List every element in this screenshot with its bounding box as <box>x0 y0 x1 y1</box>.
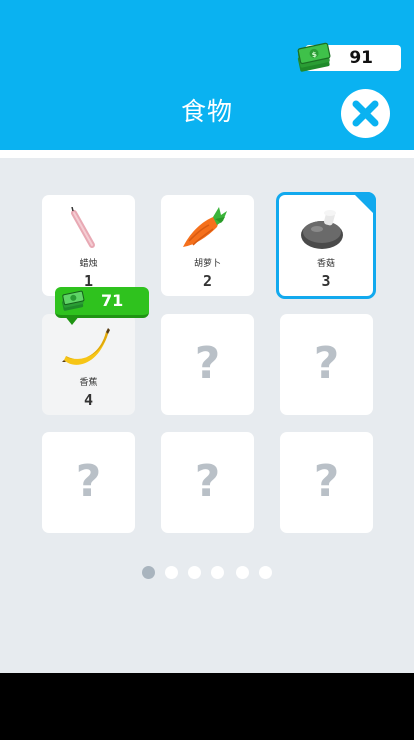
item-label: 香菇 <box>316 259 335 269</box>
item-card-locked: ? <box>161 314 254 415</box>
item-card-mushroom-selected[interactable]: 香菇 3 <box>276 192 376 299</box>
locked-question-mark: ? <box>194 456 221 507</box>
cash-stack-icon: $ <box>295 42 333 74</box>
currency-amount: 91 <box>349 48 373 68</box>
item-card-locked: ? <box>161 432 254 533</box>
page-dot-3[interactable] <box>188 566 201 579</box>
price-tag-pointer <box>64 315 80 325</box>
header-divider <box>0 150 414 158</box>
item-label: 香蕉 <box>79 378 98 388</box>
candle-icon <box>71 207 95 248</box>
item-card-locked: ? <box>280 314 373 415</box>
item-label: 胡萝卜 <box>193 259 221 269</box>
cash-stack-icon <box>62 290 85 311</box>
locked-question-mark: ? <box>313 456 340 507</box>
price-tag[interactable]: 71 <box>55 287 149 325</box>
page-dot-4[interactable] <box>211 566 224 579</box>
price-amount: 71 <box>101 291 124 310</box>
item-label: 蜡烛 <box>79 259 98 269</box>
banana-icon <box>62 328 110 365</box>
item-card-carrot[interactable]: 胡萝卜 2 <box>161 195 254 296</box>
item-level: 2 <box>202 272 213 290</box>
page-dot-6[interactable] <box>259 566 272 579</box>
page-dot-1[interactable] <box>142 566 155 579</box>
item-card-banana[interactable]: 香蕉 4 <box>42 314 135 415</box>
locked-question-mark: ? <box>194 338 221 389</box>
page-dot-2[interactable] <box>165 566 178 579</box>
item-card-locked: ? <box>42 432 135 533</box>
carrot-icon <box>183 207 227 247</box>
locked-question-mark: ? <box>75 456 102 507</box>
close-button[interactable] <box>341 89 390 138</box>
item-level: 3 <box>321 272 331 290</box>
bottom-black-bar <box>0 673 414 740</box>
item-level: 4 <box>83 391 94 409</box>
close-icon <box>352 100 379 127</box>
mushroom-icon <box>301 210 343 249</box>
page-dot-5[interactable] <box>236 566 249 579</box>
locked-question-mark: ? <box>313 338 340 389</box>
item-card-locked: ? <box>280 432 373 533</box>
selected-corner-marker <box>352 192 376 216</box>
item-card-candle[interactable]: 蜡烛 1 <box>42 195 135 296</box>
